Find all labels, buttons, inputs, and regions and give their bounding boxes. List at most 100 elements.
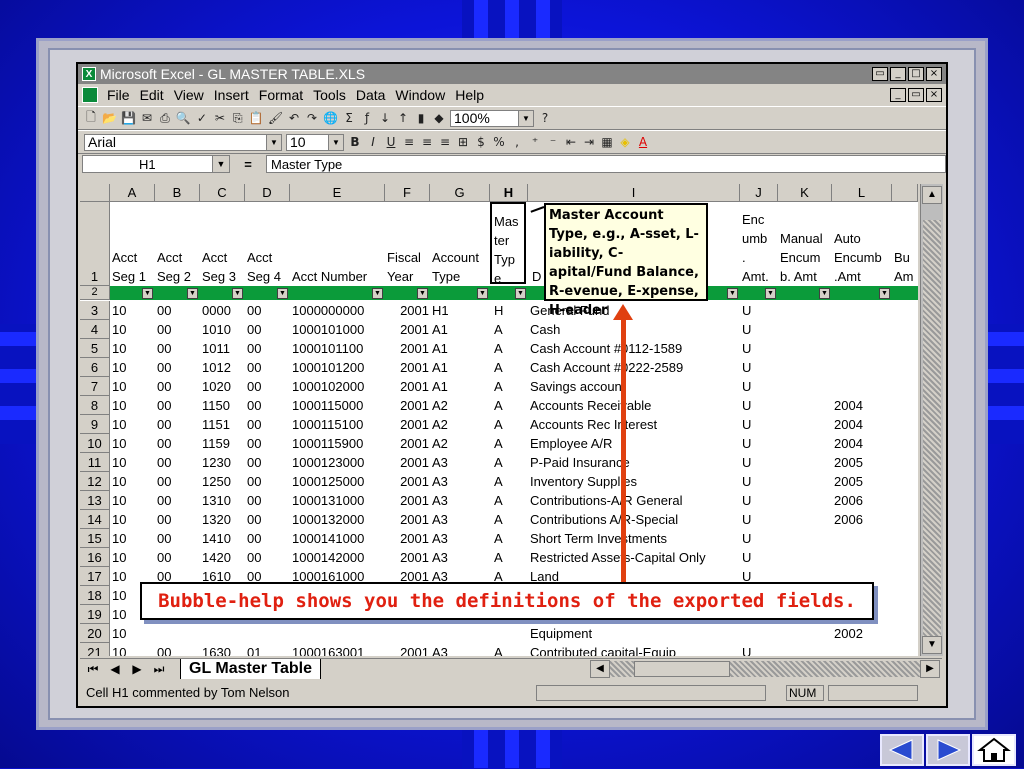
- formula-equals[interactable]: =: [230, 157, 266, 172]
- cell-account-type[interactable]: A3: [432, 472, 448, 491]
- fill-color-icon[interactable]: ◈: [618, 135, 632, 149]
- cell-acct-seg-1[interactable]: 10: [112, 453, 126, 472]
- cell-acct-seg-3[interactable]: 1250: [202, 472, 231, 491]
- cell-description[interactable]: Cash Account #0222-2589: [530, 358, 683, 377]
- select-all-corner[interactable]: [80, 184, 110, 202]
- cell-fiscal-year[interactable]: 2001: [387, 415, 429, 434]
- cell-acct-seg-1[interactable]: 10: [112, 510, 126, 529]
- cell-master-type[interactable]: A: [494, 643, 503, 656]
- cell-acct-seg-3[interactable]: 1020: [202, 377, 231, 396]
- cell-master-type[interactable]: A: [494, 529, 503, 548]
- cell-acct-seg-3[interactable]: 1010: [202, 320, 231, 339]
- cell-acct-seg-4[interactable]: 00: [247, 472, 261, 491]
- cell-acct-seg-4[interactable]: 00: [247, 320, 261, 339]
- cell-account-type[interactable]: A3: [432, 643, 448, 656]
- cell-acct-seg-3[interactable]: 1011: [202, 339, 230, 358]
- cell-account-type[interactable]: A1: [432, 320, 448, 339]
- print-icon[interactable]: ⎙: [158, 111, 172, 126]
- filter-dropdown-icon[interactable]: ▼: [879, 288, 890, 299]
- cell-acct-seg-1[interactable]: 10: [112, 529, 126, 548]
- doc-restore-button[interactable]: ▭: [908, 88, 924, 102]
- cell-acct-seg-4[interactable]: 00: [247, 377, 261, 396]
- cell-encumb-amt[interactable]: U: [742, 301, 751, 320]
- filter-dropdown-icon[interactable]: ▼: [515, 288, 526, 299]
- col-header-k[interactable]: K: [778, 184, 832, 202]
- cell-encumb-amt[interactable]: U: [742, 548, 751, 567]
- cell-acct-seg-4[interactable]: 00: [247, 548, 261, 567]
- cell-acct-seg-4[interactable]: 00: [247, 510, 261, 529]
- format-painter-icon[interactable]: 🖌: [268, 111, 283, 125]
- next-sheet-icon[interactable]: ▶: [128, 661, 146, 677]
- cell-acct-number[interactable]: 1000101200: [292, 358, 364, 377]
- formula-input[interactable]: Master Type: [266, 155, 946, 173]
- cell-master-type[interactable]: A: [494, 548, 503, 567]
- decrease-indent-icon[interactable]: ⇤: [564, 135, 578, 149]
- col-header-i[interactable]: I: [528, 184, 740, 202]
- cell-description[interactable]: Accounts Rec Interest: [530, 415, 657, 434]
- cell-account-type[interactable]: A1: [432, 339, 448, 358]
- cell-encumb-amt[interactable]: U: [742, 472, 751, 491]
- next-slide-button[interactable]: [926, 734, 970, 766]
- col-header-l[interactable]: L: [832, 184, 892, 202]
- cell-account-type[interactable]: A3: [432, 453, 448, 472]
- zoom-select[interactable]: 100% ▼: [450, 109, 534, 127]
- filter-dropdown-icon[interactable]: ▼: [187, 288, 198, 299]
- cell-acct-seg-1[interactable]: 10: [112, 586, 126, 605]
- cell-encumb-amt[interactable]: U: [742, 377, 751, 396]
- home-button[interactable]: [972, 734, 1016, 766]
- hdr-auto-encumb-amt[interactable]: Auto Encumb .Amt: [834, 229, 882, 286]
- filter-dropdown-icon[interactable]: ▼: [819, 288, 830, 299]
- menu-format[interactable]: Format: [254, 87, 308, 103]
- minimize-button[interactable]: _: [890, 67, 906, 81]
- undo-icon[interactable]: ↶: [287, 111, 301, 125]
- cell-master-type[interactable]: A: [494, 339, 503, 358]
- cell-acct-seg-2[interactable]: 00: [157, 320, 171, 339]
- last-sheet-icon[interactable]: ⏭: [150, 661, 168, 677]
- cell-acct-seg-2[interactable]: 00: [157, 491, 171, 510]
- cell-auto-encumb-amt[interactable]: 2002: [834, 624, 863, 643]
- cell-encumb-amt[interactable]: U: [742, 434, 751, 453]
- help-icon[interactable]: ?: [538, 111, 552, 125]
- cell-acct-seg-1[interactable]: 10: [112, 358, 126, 377]
- col-header-b[interactable]: B: [155, 184, 200, 202]
- email-icon[interactable]: ✉: [140, 111, 154, 125]
- col-header-g[interactable]: G: [430, 184, 490, 202]
- name-box[interactable]: H1 ▼: [82, 155, 230, 173]
- cell-description[interactable]: Restricted Assets-Capital Only: [530, 548, 706, 567]
- row-header[interactable]: 16: [80, 548, 110, 567]
- cell-acct-seg-2[interactable]: 00: [157, 377, 171, 396]
- menu-view[interactable]: View: [169, 87, 209, 103]
- cell-auto-encumb-amt[interactable]: 2006: [834, 510, 863, 529]
- maximize-button[interactable]: □: [908, 67, 924, 81]
- row-header[interactable]: 12: [80, 472, 110, 491]
- cell-description[interactable]: Cash: [530, 320, 560, 339]
- row-header[interactable]: 8: [80, 396, 110, 415]
- cell-acct-seg-3[interactable]: 1150: [202, 396, 230, 415]
- hdr-account-type[interactable]: Account Type: [432, 248, 479, 286]
- cell-acct-number[interactable]: 1000101000: [292, 320, 364, 339]
- cell-master-type[interactable]: A: [494, 510, 503, 529]
- cell-description[interactable]: P-Paid Insurance: [530, 453, 630, 472]
- cell-acct-seg-3[interactable]: 1012: [202, 358, 231, 377]
- cell-acct-seg-1[interactable]: 10: [112, 415, 126, 434]
- row-header[interactable]: 14: [80, 510, 110, 529]
- filter-dropdown-icon[interactable]: ▼: [417, 288, 428, 299]
- cut-icon[interactable]: ✂: [213, 111, 227, 125]
- increase-decimal-icon[interactable]: ⁺: [528, 135, 542, 149]
- align-left-icon[interactable]: ≡: [402, 135, 416, 149]
- cell-acct-seg-1[interactable]: 10: [112, 605, 126, 624]
- cell-master-type[interactable]: A: [494, 377, 503, 396]
- cell-acct-seg-2[interactable]: 00: [157, 358, 171, 377]
- cell-acct-seg-1[interactable]: 10: [112, 396, 126, 415]
- menu-help[interactable]: Help: [450, 87, 489, 103]
- cell-acct-seg-1[interactable]: 10: [112, 643, 126, 656]
- cell-acct-seg-2[interactable]: 00: [157, 434, 171, 453]
- cell-acct-seg-3[interactable]: 1410: [202, 529, 231, 548]
- cell-master-type[interactable]: H: [494, 301, 503, 320]
- hdr-encumb-amt[interactable]: Enc umb . Amt.: [742, 210, 769, 286]
- cell-description[interactable]: Short Term Investments: [530, 529, 667, 548]
- cell-encumb-amt[interactable]: U: [742, 320, 751, 339]
- scroll-right-icon[interactable]: ▶: [920, 660, 940, 678]
- cell-acct-number[interactable]: 1000125000: [292, 472, 364, 491]
- menu-edit[interactable]: Edit: [135, 87, 169, 103]
